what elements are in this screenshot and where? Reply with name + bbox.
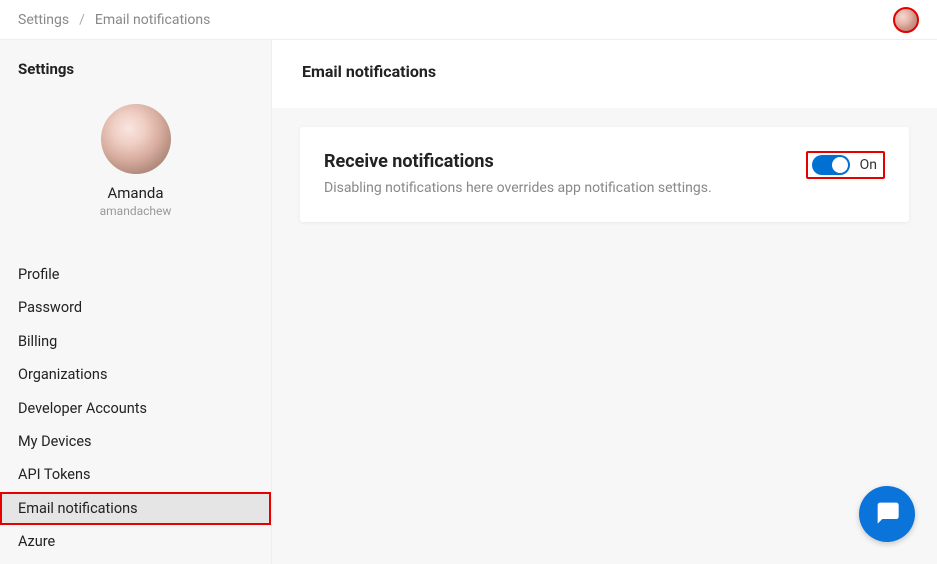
card-title: Receive notifications (324, 151, 806, 172)
header-avatar[interactable] (893, 7, 919, 33)
sidebar-item-azure[interactable]: Azure (0, 525, 271, 558)
chat-icon (873, 498, 901, 530)
toggle-label: On (860, 157, 877, 173)
breadcrumb: Settings / Email notifications (18, 12, 210, 28)
sidebar-item-email-notifications[interactable]: Email notifications (0, 492, 271, 525)
sidebar-item-password[interactable]: Password (0, 291, 271, 324)
content: Email notifications Receive notification… (272, 40, 937, 564)
receive-notifications-toggle[interactable] (812, 155, 850, 175)
card-subtitle: Disabling notifications here overrides a… (324, 180, 806, 196)
sidebar-item-organizations[interactable]: Organizations (0, 358, 271, 391)
profile-block: Amanda amandachew (0, 94, 271, 242)
breadcrumb-root[interactable]: Settings (18, 12, 69, 28)
profile-handle: amandachew (100, 204, 172, 218)
sidebar-item-billing[interactable]: Billing (0, 325, 271, 358)
sidebar: Settings Amanda amandachew Profile Passw… (0, 40, 272, 564)
toggle-knob (832, 157, 848, 173)
sidebar-title: Settings (0, 40, 271, 94)
sidebar-nav: Profile Password Billing Organizations D… (0, 242, 271, 559)
main: Settings Amanda amandachew Profile Passw… (0, 40, 937, 564)
page-title: Email notifications (272, 40, 937, 99)
sidebar-item-developer-accounts[interactable]: Developer Accounts (0, 392, 271, 425)
breadcrumb-separator: / (79, 12, 85, 28)
settings-card: Receive notifications Disabling notifica… (300, 127, 909, 222)
profile-avatar[interactable] (101, 104, 171, 174)
sidebar-item-api-tokens[interactable]: API Tokens (0, 458, 271, 491)
top-bar: Settings / Email notifications (0, 0, 937, 40)
card-text: Receive notifications Disabling notifica… (324, 151, 806, 196)
toggle-group: On (806, 151, 885, 179)
breadcrumb-current[interactable]: Email notifications (95, 12, 210, 28)
sidebar-item-my-devices[interactable]: My Devices (0, 425, 271, 458)
sidebar-item-profile[interactable]: Profile (0, 258, 271, 291)
profile-name: Amanda (107, 184, 163, 202)
chat-button[interactable] (859, 486, 915, 542)
